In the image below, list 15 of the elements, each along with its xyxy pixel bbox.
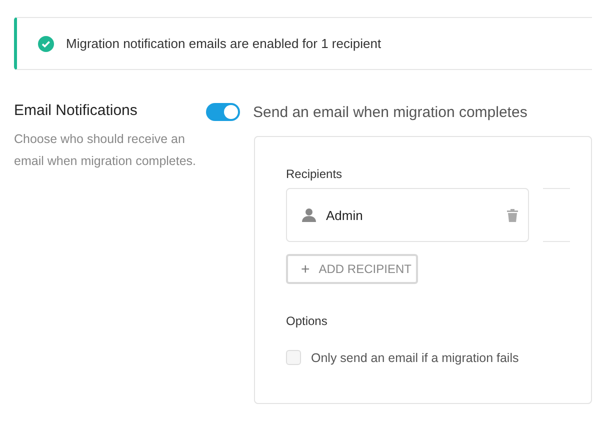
toggle-switch[interactable]	[206, 103, 240, 121]
trash-icon[interactable]	[507, 208, 518, 222]
user-icon	[302, 208, 316, 222]
notification-text: Migration notification emails are enabled for 1 recipient	[66, 36, 382, 51]
recipient-name: Admin	[326, 208, 364, 222]
checkbox[interactable]	[286, 350, 301, 365]
section-title: Email Notifications	[14, 101, 138, 121]
toggle-label: Send an email when migration completes	[253, 104, 528, 120]
check-circle-icon	[38, 36, 54, 52]
options-label: Options	[286, 314, 328, 328]
checkbox-label: Only send an email if a migration fails	[311, 350, 519, 364]
recipients-label: Recipients	[286, 167, 344, 181]
next-recipient-card-edge	[543, 188, 570, 242]
add-recipient-button[interactable]: + ADD RECIPIENT	[286, 254, 418, 284]
section-description: Choose who should receive an email when migration completes.	[14, 131, 198, 170]
